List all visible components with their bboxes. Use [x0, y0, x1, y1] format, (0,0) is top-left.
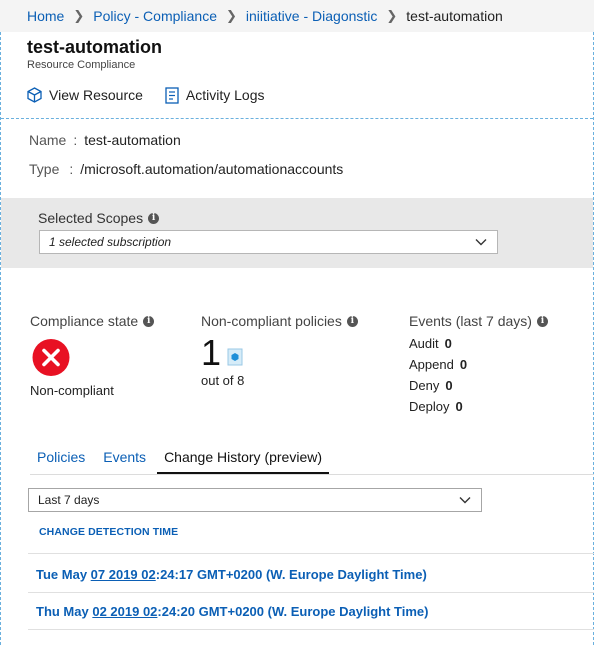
- events-label: Events (last 7 days): [409, 313, 532, 329]
- view-resource-button[interactable]: View Resource: [27, 87, 143, 103]
- event-row-deploy: Deploy 0: [409, 396, 548, 417]
- tab-policies[interactable]: Policies: [30, 445, 92, 474]
- property-type-value: /microsoft.automation/automationaccounts: [80, 160, 344, 177]
- non-compliant-policies-stat: Non-compliant policies i 1 out of 8: [201, 312, 358, 388]
- breadcrumb-policy-compliance[interactable]: Policy - Compliance: [93, 8, 217, 24]
- table-row[interactable]: Thu May 02 2019 02:24:20 GMT+0200 (W. Eu…: [36, 604, 428, 619]
- selected-scopes-heading: Selected Scopes i: [38, 210, 160, 226]
- non-compliant-policies-heading: Non-compliant policies i: [201, 312, 358, 330]
- scope-dropdown[interactable]: 1 selected subscription: [39, 230, 498, 254]
- breadcrumb-current: test-automation: [406, 8, 503, 24]
- property-colon: :: [73, 131, 78, 148]
- compliance-state-label: Compliance state: [30, 313, 139, 329]
- entry-link[interactable]: 07 2019 02: [91, 567, 156, 582]
- tab-bar: Policies Events Change History (preview): [30, 445, 594, 475]
- event-name: Append: [409, 357, 454, 372]
- activity-log-icon: [165, 86, 179, 104]
- info-icon[interactable]: i: [536, 315, 548, 327]
- entry-prefix: Tue May: [36, 567, 91, 582]
- property-type-row: Type : /microsoft.automation/automationa…: [29, 154, 343, 183]
- time-range-value: Last 7 days: [38, 493, 100, 507]
- page-title: test-automation: [27, 37, 162, 57]
- breadcrumb-separator-icon: ❯: [386, 8, 398, 23]
- view-resource-label: View Resource: [49, 87, 143, 103]
- policy-icon: [227, 348, 243, 366]
- breadcrumb: Home ❯ Policy - Compliance ❯ iniitiative…: [0, 0, 594, 32]
- property-colon: :: [69, 160, 74, 177]
- breadcrumb-separator-icon: ❯: [225, 8, 237, 23]
- event-row-append: Append 0: [409, 354, 548, 375]
- table-divider: [28, 553, 594, 554]
- non-compliant-count: 1: [201, 332, 222, 373]
- compliance-state-heading: Compliance state i: [30, 312, 155, 330]
- event-count: 0: [459, 357, 468, 372]
- event-count: 0: [444, 336, 452, 351]
- entry-suffix: :24:20 GMT+0200 (W. Europe Daylight Time…: [157, 604, 429, 619]
- breadcrumb-separator-icon: ❯: [73, 8, 85, 23]
- time-range-dropdown[interactable]: Last 7 days: [28, 488, 482, 512]
- entry-prefix: Thu May: [36, 604, 93, 619]
- event-name: Deny: [409, 378, 440, 393]
- event-row-audit: Audit 0: [409, 333, 548, 354]
- breadcrumb-initiative[interactable]: iniitiative - Diagonstic: [246, 8, 378, 24]
- property-name-key: Name: [29, 131, 67, 148]
- info-icon[interactable]: i: [148, 212, 160, 224]
- info-icon[interactable]: i: [143, 315, 155, 327]
- cube-icon: [27, 87, 42, 103]
- tab-events[interactable]: Events: [96, 445, 153, 474]
- event-name: Deploy: [409, 399, 450, 414]
- info-icon[interactable]: i: [346, 315, 358, 327]
- change-detection-time-header[interactable]: CHANGE DETECTION TIME: [39, 526, 178, 538]
- property-name-row: Name : test-automation: [29, 125, 343, 154]
- compliance-state-stat: Compliance state i Non-compliant: [30, 312, 155, 398]
- events-stat: Events (last 7 days) i Audit 0 Append 0 …: [409, 312, 548, 417]
- entry-suffix: :24:17 GMT+0200 (W. Europe Daylight Time…: [155, 567, 427, 582]
- page-subtitle: Resource Compliance: [27, 59, 136, 71]
- activity-logs-label: Activity Logs: [185, 87, 265, 103]
- scope-dropdown-value: 1 selected subscription: [49, 235, 172, 249]
- error-icon: [32, 339, 70, 376]
- property-type-key: Type: [29, 160, 60, 177]
- non-compliant-count-row: 1: [201, 335, 358, 371]
- event-name: Audit: [409, 336, 439, 351]
- events-heading: Events (last 7 days) i: [409, 312, 548, 330]
- table-divider: [28, 629, 594, 630]
- event-count: 0: [445, 378, 453, 393]
- toolbar-divider: [1, 118, 593, 119]
- table-row[interactable]: Tue May 07 2019 02:24:17 GMT+0200 (W. Eu…: [36, 567, 427, 582]
- event-row-deny: Deny 0: [409, 375, 548, 396]
- entry-link[interactable]: 02 2019 02: [92, 604, 157, 619]
- breadcrumb-home[interactable]: Home: [27, 8, 64, 24]
- resource-compliance-blade: test-automation Resource Compliance View…: [0, 32, 594, 645]
- resource-properties: Name : test-automation Type : /microsoft…: [29, 125, 343, 183]
- tab-change-history[interactable]: Change History (preview): [157, 445, 330, 474]
- non-compliant-policies-label: Non-compliant policies: [201, 313, 342, 329]
- selected-scopes-label: Selected Scopes: [38, 210, 144, 226]
- chevron-down-icon: [475, 239, 487, 246]
- compliance-state-value: Non-compliant: [30, 383, 114, 398]
- toolbar: View Resource Activity Logs: [27, 84, 287, 106]
- non-compliant-out-of: out of 8: [201, 373, 245, 388]
- selected-scopes-panel: Selected Scopes i 1 selected subscriptio…: [1, 198, 593, 268]
- chevron-down-icon: [459, 497, 471, 504]
- property-name-value: test-automation: [84, 131, 181, 148]
- table-divider: [28, 592, 594, 593]
- blade-header: test-automation Resource Compliance: [27, 36, 162, 71]
- events-list: Audit 0 Append 0 Deny 0 Deploy 0: [409, 333, 548, 417]
- activity-logs-button[interactable]: Activity Logs: [165, 86, 265, 104]
- event-count: 0: [455, 399, 463, 414]
